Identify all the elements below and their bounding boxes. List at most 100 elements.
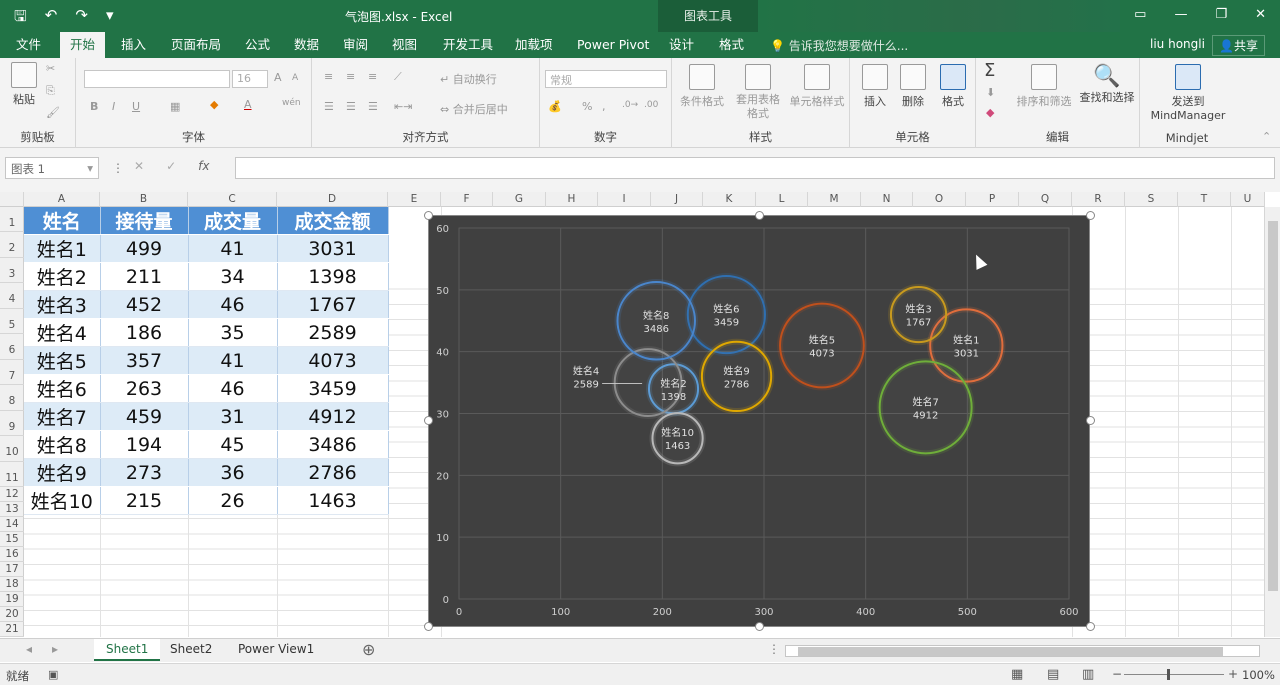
align-top-icon[interactable]: ≡ [324,70,333,83]
sort-filter-button[interactable]: 排序和筛选 [1014,64,1074,109]
insert-cells-button[interactable]: 插入 [858,64,892,109]
orientation-icon[interactable]: ⟋ [394,70,402,84]
table-cell[interactable]: 31 [188,402,278,431]
close-button[interactable]: ✕ [1255,7,1266,22]
table-cell[interactable]: 姓名7 [24,402,101,431]
table-cell[interactable]: 35 [188,318,278,347]
row-header[interactable]: 12 [0,487,24,502]
number-format-dropdown[interactable]: 常规 [545,70,667,88]
table-cell[interactable]: 姓名6 [24,374,101,403]
row-header[interactable]: 21 [0,622,24,637]
row-header[interactable]: 17 [0,562,24,577]
accounting-format-icon[interactable]: 💰 [548,100,562,113]
font-size-dropdown[interactable]: 16 [232,70,268,88]
table-header-cell[interactable]: 接待量 [100,207,189,235]
table-header-cell[interactable]: 成交金额 [277,207,389,235]
vertical-scrollbar[interactable] [1264,207,1280,637]
row-header[interactable]: 7 [0,360,24,385]
row-header[interactable]: 11 [0,462,24,487]
phonetic-icon[interactable]: wén [282,98,301,108]
find-select-button[interactable]: 🔍 查找和选择 [1076,64,1138,105]
table-cell[interactable]: 姓名2 [24,262,101,291]
table-cell[interactable]: 36 [188,458,278,487]
confirm-entry-icon[interactable]: ✓ [166,159,176,173]
table-cell[interactable]: 34 [188,262,278,291]
column-header[interactable]: E [388,192,441,207]
table-cell[interactable]: 3031 [277,234,389,263]
table-cell[interactable]: 姓名8 [24,430,101,459]
table-cell[interactable]: 3459 [277,374,389,403]
tab-file[interactable]: 文件 [6,32,51,58]
table-cell[interactable]: 姓名3 [24,290,101,319]
resize-handle[interactable] [1086,416,1095,425]
resize-handle[interactable] [755,211,764,220]
table-cell[interactable]: 1463 [277,486,389,515]
sheet-tab-sheet2[interactable]: Sheet2 [158,639,224,661]
row-header[interactable]: 9 [0,411,24,436]
column-header[interactable]: I [598,192,651,207]
format-cells-button[interactable]: 格式 [936,64,970,109]
delete-cells-button[interactable]: 删除 [896,64,930,109]
column-header[interactable]: D [277,192,388,207]
save-icon[interactable]: 🖫 [14,6,27,31]
row-header[interactable]: 1 [0,207,24,232]
table-cell[interactable]: 263 [100,374,189,403]
normal-view-icon[interactable]: ▦ [1011,667,1023,682]
table-cell[interactable]: 194 [100,430,189,459]
collapse-ribbon-icon[interactable]: ⌃ [1262,130,1271,143]
tell-me-search[interactable]: 💡 告诉我您想要做什么... [770,37,908,54]
column-header[interactable]: L [756,192,808,207]
fill-icon[interactable]: ⬇ [986,86,995,99]
data-table[interactable]: 姓名 接待量 成交量 成交金额 姓名1 499 41 3031 姓名2 211 34 139… [24,207,389,515]
row-header[interactable]: 10 [0,436,24,462]
row-header[interactable]: 15 [0,532,24,547]
column-header[interactable]: G [493,192,546,207]
tab-addins[interactable]: 加载项 [505,32,563,58]
column-header[interactable]: F [441,192,493,207]
increase-decimal-icon[interactable]: .0→ [622,100,638,110]
bubble-chart[interactable]: 0 10 20 30 40 50 60 0 100 200 300 400 500 600 姓名1 3031 姓… [428,215,1090,627]
resize-handle[interactable] [1086,622,1095,631]
decrease-decimal-icon[interactable]: .00 [644,100,658,110]
table-cell[interactable]: 3486 [277,430,389,459]
insert-function-icon[interactable]: fx [198,159,209,173]
column-header[interactable]: M [808,192,861,207]
table-cell[interactable]: 452 [100,290,189,319]
format-as-table-button[interactable]: 套用表格格式 [728,64,788,121]
column-header[interactable]: B [100,192,188,207]
conditional-formatting-button[interactable]: 条件格式 [676,64,728,109]
column-header[interactable]: R [1072,192,1125,207]
customize-qat-icon[interactable]: ▾ [106,6,114,31]
table-cell[interactable]: 姓名10 [24,486,101,515]
horizontal-scrollbar[interactable] [785,645,1260,657]
zoom-out-icon[interactable]: − [1112,667,1122,681]
table-cell[interactable]: 273 [100,458,189,487]
row-header[interactable]: 16 [0,547,24,562]
column-header[interactable]: T [1178,192,1231,207]
table-cell[interactable]: 46 [188,290,278,319]
undo-icon[interactable]: ↶ [45,6,58,31]
font-name-dropdown[interactable] [84,70,230,88]
minimize-button[interactable]: — [1174,7,1187,22]
table-cell[interactable]: 26 [188,486,278,515]
column-header[interactable]: N [861,192,913,207]
table-cell[interactable]: 姓名9 [24,458,101,487]
table-cell[interactable]: 46 [188,374,278,403]
column-header[interactable]: S [1125,192,1178,207]
copy-icon[interactable]: ⎘ [46,84,55,98]
table-cell[interactable]: 姓名4 [24,318,101,347]
scroll-thumb[interactable] [1268,221,1278,591]
row-header[interactable]: 14 [0,517,24,532]
resize-handle[interactable] [424,211,433,220]
column-header[interactable]: K [703,192,756,207]
tab-developer[interactable]: 开发工具 [433,32,503,58]
row-header[interactable]: 5 [0,309,24,334]
page-break-view-icon[interactable]: ▥ [1082,667,1094,682]
table-cell[interactable]: 459 [100,402,189,431]
column-header[interactable]: J [651,192,703,207]
table-cell[interactable]: 186 [100,318,189,347]
grow-font-icon[interactable]: A [274,71,282,84]
table-cell[interactable]: 1767 [277,290,389,319]
resize-handle[interactable] [424,416,433,425]
name-box[interactable]: 图表 1 ▾ [5,157,99,179]
